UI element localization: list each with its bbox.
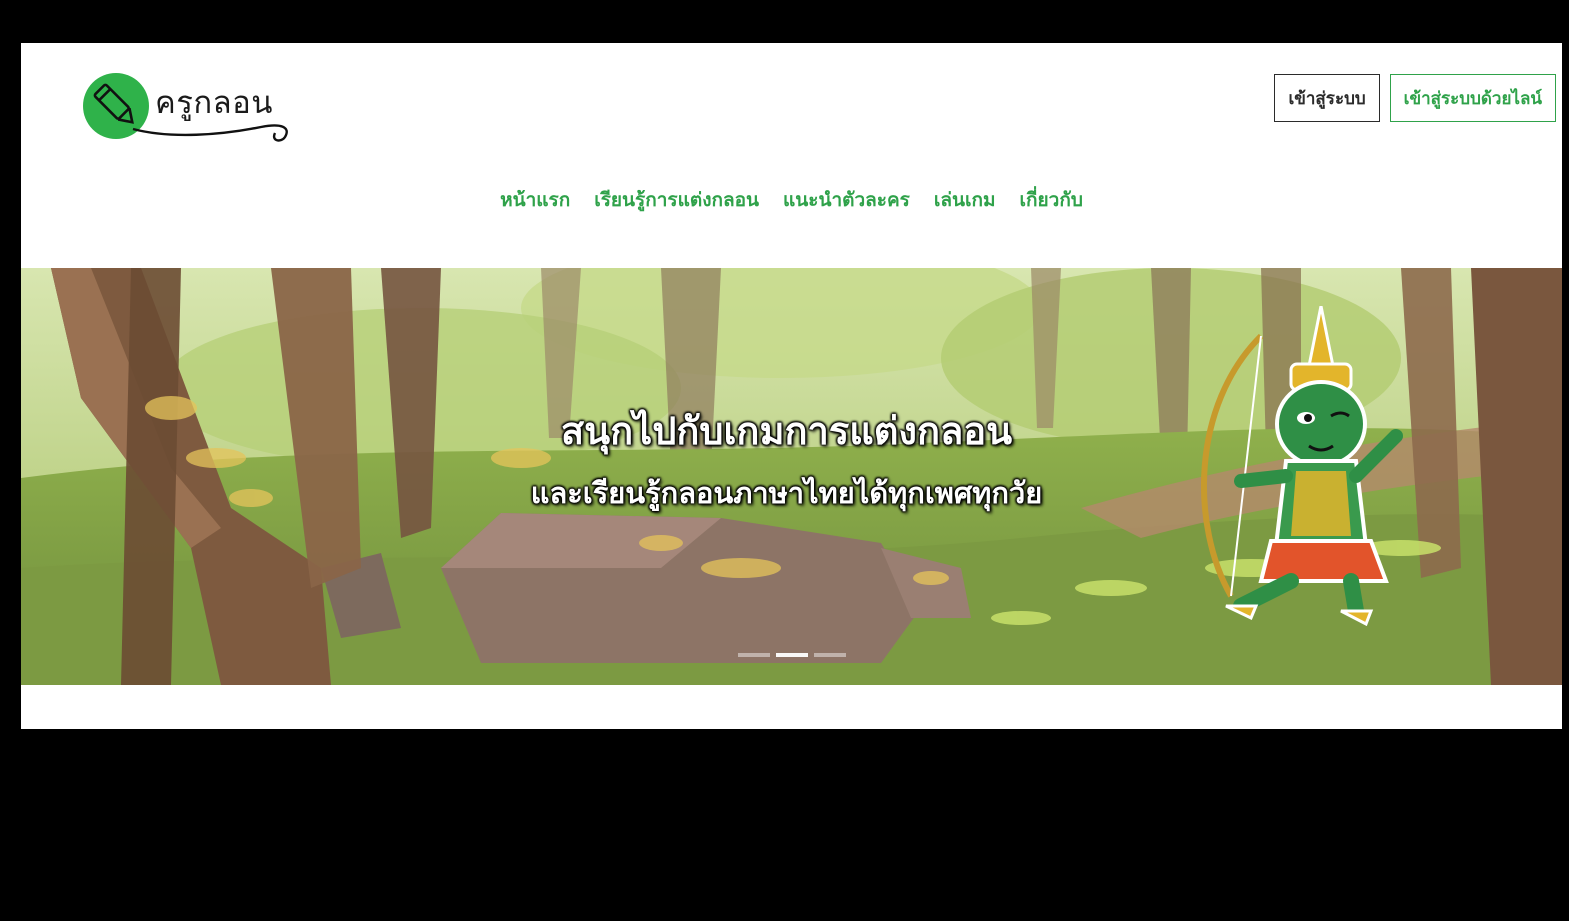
mascot-illustration — [1201, 306, 1403, 626]
nav-item-about[interactable]: เกี่ยวกับ — [1020, 185, 1083, 215]
carousel-indicator-3[interactable] — [813, 653, 846, 657]
auth-buttons: เข้าสู่ระบบ เข้าสู่ระบบด้วยไลน์ — [1274, 74, 1556, 122]
nav-item-home[interactable]: หน้าแรก — [500, 185, 570, 215]
site-logo[interactable]: ครูกลอน — [83, 71, 295, 149]
nav-item-game[interactable]: เล่นเกม — [934, 185, 996, 215]
main-nav: หน้าแรก เรียนรู้การแต่งกลอน แนะนำตัวละคร… — [21, 185, 1562, 215]
logo-swash — [132, 124, 288, 142]
carousel-indicators — [21, 653, 1562, 657]
carousel-indicator-2[interactable] — [775, 653, 808, 657]
line-login-button[interactable]: เข้าสู่ระบบด้วยไลน์ — [1389, 74, 1556, 122]
nav-item-learn[interactable]: เรียนรู้การแต่งกลอน — [594, 185, 759, 215]
nav-item-characters[interactable]: แนะนำตัวละคร — [783, 185, 910, 215]
hero-carousel[interactable]: สนุกไปกับเกมการแต่งกลอน และเรียนรู้กลอนภ… — [21, 268, 1562, 685]
login-button[interactable]: เข้าสู่ระบบ — [1274, 74, 1380, 122]
carousel-indicator-1[interactable] — [737, 653, 770, 657]
page: ครูกลอน เข้าสู่ระบบ เข้าสู่ระบบด้วยไลน์ … — [21, 43, 1562, 729]
